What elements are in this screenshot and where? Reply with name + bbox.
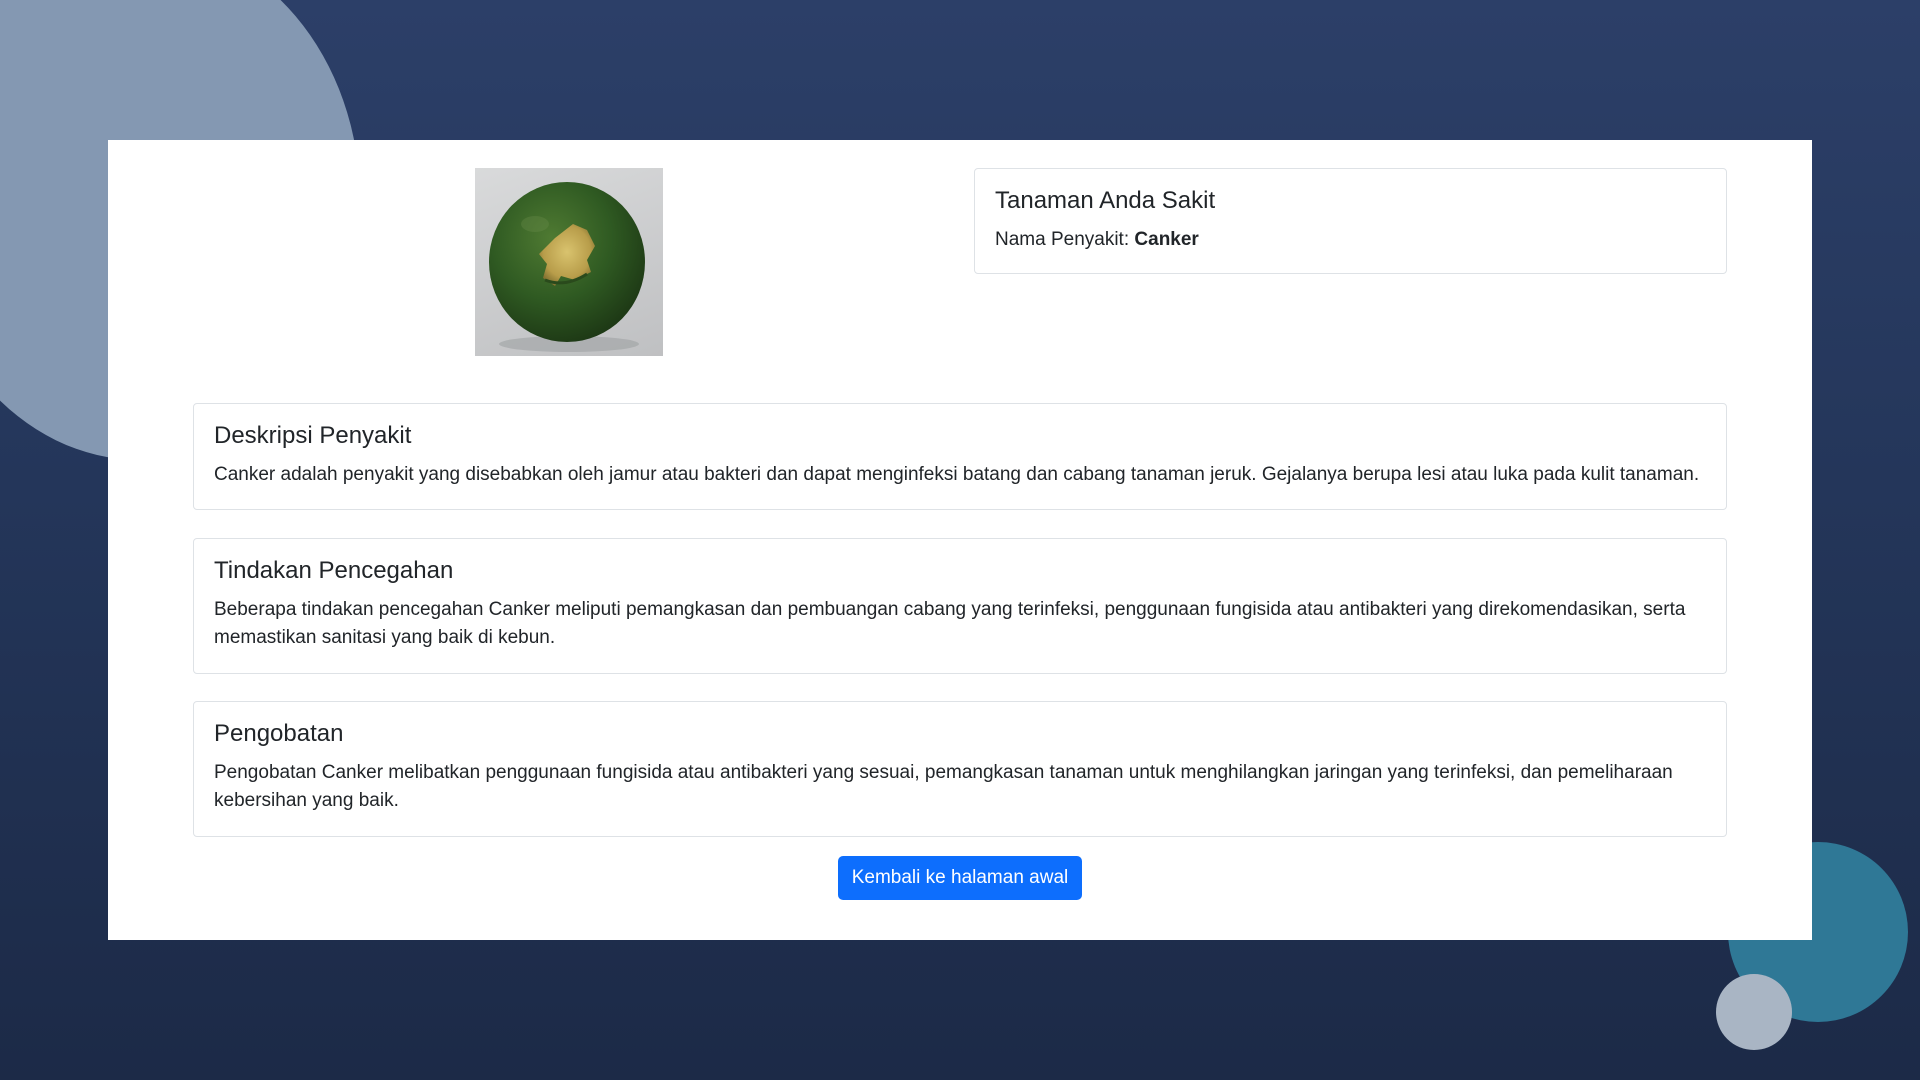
diagnosis-result-panel: Tanaman Anda Sakit Nama Penyakit: Canker bbox=[974, 168, 1727, 274]
plant-photo bbox=[475, 168, 663, 356]
decorative-circle-bottom-right-small bbox=[1716, 974, 1792, 1050]
back-to-home-button[interactable]: Kembali ke halaman awal bbox=[838, 856, 1082, 900]
disease-label: Nama Penyakit: bbox=[995, 228, 1130, 250]
treatment-text: Pengobatan Canker melibatkan penggunaan … bbox=[214, 761, 1673, 811]
treatment-panel: Pengobatan Pengobatan Canker melibatkan … bbox=[193, 701, 1727, 837]
prevention-title: Tindakan Pencegahan bbox=[214, 557, 454, 584]
disease-description-panel: Deskripsi Penyakit Canker adalah penyaki… bbox=[193, 403, 1727, 510]
treatment-title: Pengobatan bbox=[214, 720, 344, 747]
description-title: Deskripsi Penyakit bbox=[214, 422, 412, 449]
disease-name: Canker bbox=[1134, 228, 1199, 250]
description-text: Canker adalah penyakit yang disebabkan o… bbox=[214, 463, 1700, 485]
prevention-panel: Tindakan Pencegahan Beberapa tindakan pe… bbox=[193, 538, 1727, 674]
result-card: Tanaman Anda Sakit Nama Penyakit: Canker… bbox=[108, 140, 1812, 940]
prevention-text: Beberapa tindakan pencegahan Canker meli… bbox=[214, 598, 1686, 648]
result-title: Tanaman Anda Sakit bbox=[995, 187, 1216, 214]
citrus-fruit-image bbox=[489, 182, 645, 352]
disease-name-line: Nama Penyakit: Canker bbox=[995, 226, 1706, 254]
